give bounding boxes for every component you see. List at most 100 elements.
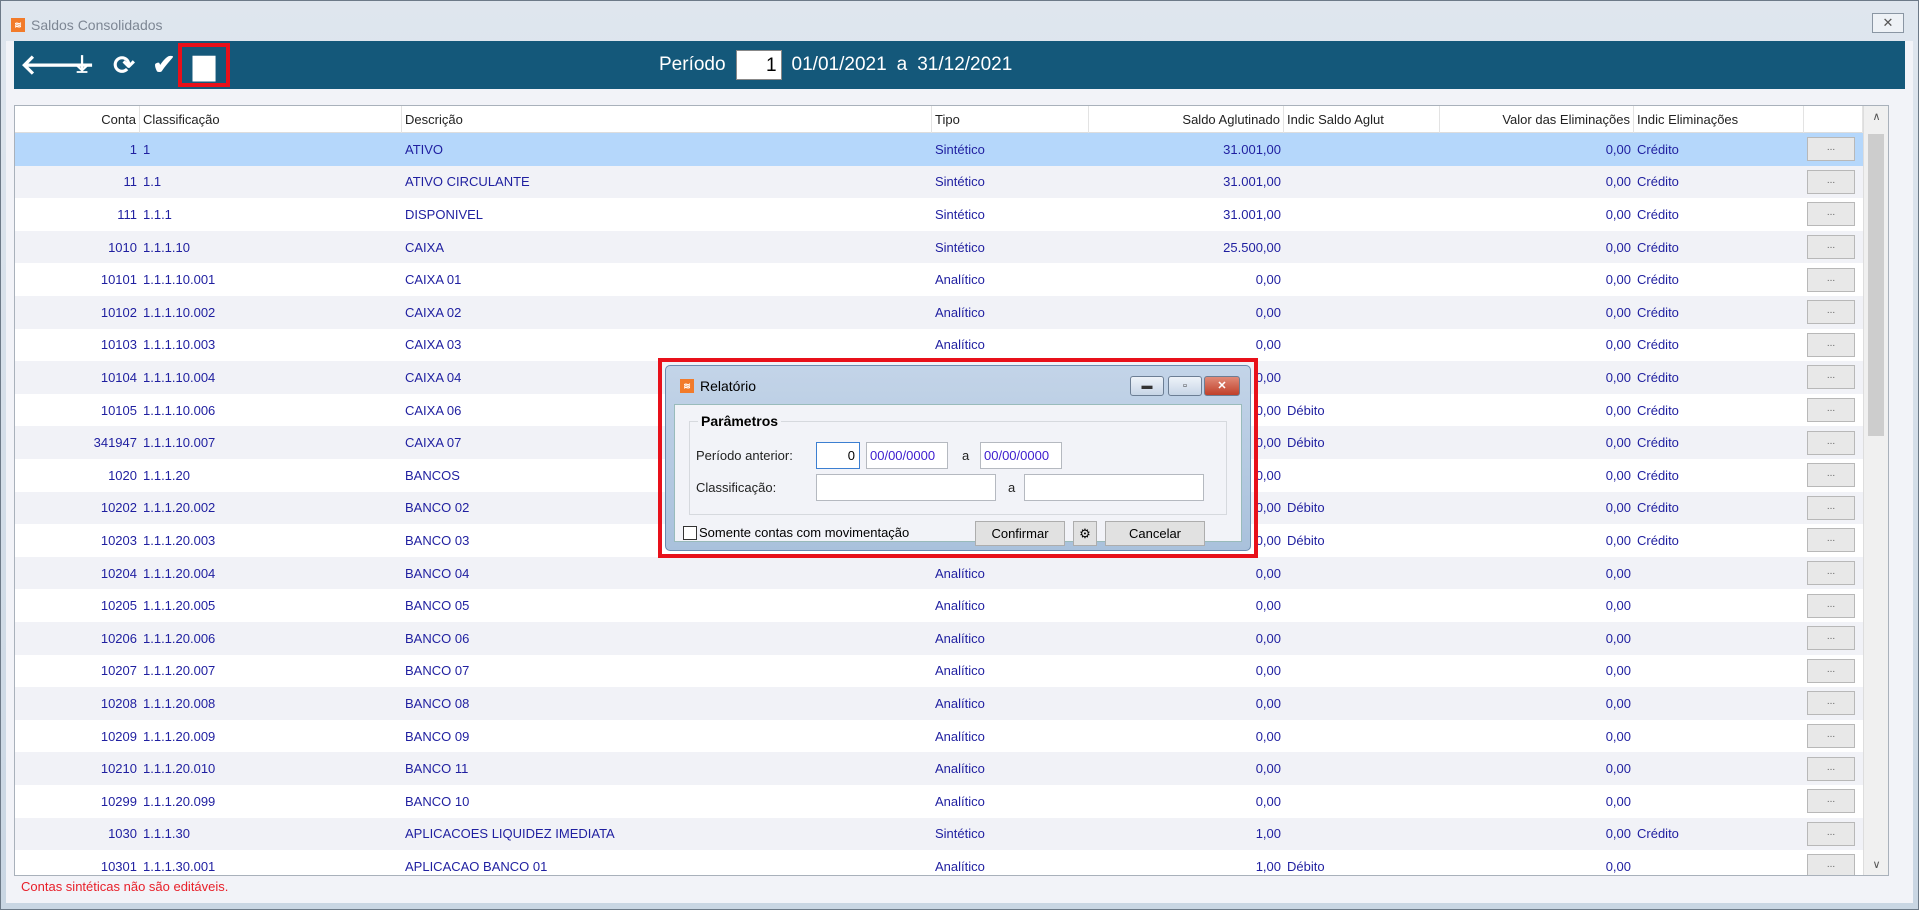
date-from-input[interactable]: 00/00/0000 xyxy=(866,442,948,469)
confirm-button[interactable]: Confirmar xyxy=(975,521,1065,546)
table-row[interactable]: 10210 1.1.1.20.010 BANCO 11 Analítico 0,00 0,… xyxy=(15,752,1863,785)
header-saldo-aglutinado[interactable]: Saldo Aglutinado xyxy=(1089,106,1284,133)
cell-tipo: Sintético xyxy=(935,174,985,190)
header-indic-saldo[interactable]: Indic Saldo Aglut xyxy=(1284,106,1440,133)
table-row[interactable]: 10299 1.1.1.20.099 BANCO 10 Analítico 0,00 0,… xyxy=(15,785,1863,818)
back-arrow-icon[interactable]: 🡐 xyxy=(20,45,95,85)
row-details-button[interactable]: ... xyxy=(1807,137,1855,162)
table-row[interactable]: 10103 1.1.1.10.003 CAIXA 03 Analítico 0,00 0,… xyxy=(15,329,1863,362)
header-actions xyxy=(1804,106,1863,133)
cell-descricao: ATIVO CIRCULANTE xyxy=(405,174,530,190)
row-details-button[interactable]: ... xyxy=(1807,398,1855,423)
row-details-button[interactable]: ... xyxy=(1807,789,1855,814)
row-details-button[interactable]: ... xyxy=(1807,756,1855,781)
cell-descricao: BANCO 09 xyxy=(405,728,470,744)
settings-gear-icon[interactable]: ⚙ xyxy=(1073,521,1097,546)
cell-tipo: Analítico xyxy=(935,858,985,874)
header-descricao[interactable]: Descrição xyxy=(402,106,932,133)
scroll-up-icon[interactable]: ∧ xyxy=(1864,110,1888,123)
maximize-button[interactable]: ▫ xyxy=(1168,376,1202,396)
row-details-button[interactable]: ... xyxy=(1807,463,1855,488)
table-row[interactable]: 10209 1.1.1.20.009 BANCO 09 Analítico 0,00 0,… xyxy=(15,720,1863,753)
cell-descricao: BANCO 11 xyxy=(405,761,469,777)
cell-descricao: ATIVO xyxy=(405,141,444,157)
scroll-down-icon[interactable]: ∨ xyxy=(1864,858,1888,871)
dialog-title: Relatório xyxy=(700,378,757,394)
table-row[interactable]: 1030 1.1.1.30 APLICACOES LIQUIDEZ IMEDIATA… xyxy=(15,817,1863,851)
row-details-button[interactable]: ... xyxy=(1807,267,1855,292)
report-dialog-highlight: ≋ Relatório ▬ ▫ ✕ Parâmetros Período ante… xyxy=(658,358,1258,558)
cell-conta: 1010 xyxy=(108,239,137,255)
scroll-thumb[interactable] xyxy=(1868,134,1884,436)
table-row[interactable]: 10207 1.1.1.20.007 BANCO 07 Analítico 0,00 0,… xyxy=(15,655,1863,688)
table-row[interactable]: 1010 1.1.1.10 CAIXA Sintético 25.500,00 0,00 C… xyxy=(15,230,1863,264)
table-row[interactable]: 10102 1.1.1.10.002 CAIXA 02 Analítico 0,00 0,… xyxy=(15,296,1863,329)
row-details-button[interactable]: ... xyxy=(1807,854,1855,875)
row-details-button[interactable]: ... xyxy=(1807,300,1855,325)
minimize-button[interactable]: ▬ xyxy=(1130,376,1164,396)
header-classificacao[interactable]: Classificação xyxy=(140,106,402,133)
cell-classificacao: 1 xyxy=(143,141,151,157)
row-details-button[interactable]: ... xyxy=(1807,169,1855,194)
periodo-input[interactable]: 0 xyxy=(816,442,860,469)
row-details-button[interactable]: ... xyxy=(1807,691,1855,716)
cell-tipo: Analítico xyxy=(935,304,985,320)
cell-indic-eliminacoes: Crédito xyxy=(1637,337,1679,353)
cell-actions: ... xyxy=(1804,626,1863,651)
cell-valor-eliminacoes: 0,00 xyxy=(1605,793,1631,809)
cell-actions: ... xyxy=(1804,593,1863,618)
movement-checkbox[interactable]: Somente contas com movimentação xyxy=(683,525,909,540)
cell-indic-eliminacoes: Crédito xyxy=(1637,826,1679,842)
row-details-button[interactable]: ... xyxy=(1807,561,1855,586)
period-input[interactable]: 1 xyxy=(735,50,782,80)
refresh-icon[interactable]: ⟳ xyxy=(104,45,144,85)
row-details-button[interactable]: ... xyxy=(1807,235,1855,260)
parameters-group: Parâmetros Período anterior: 0 00/00/000… xyxy=(689,413,1227,515)
cell-classificacao: 1.1.1.20.010 xyxy=(143,761,216,777)
table-row[interactable]: 10206 1.1.1.20.006 BANCO 06 Analítico 0,00 0,… xyxy=(15,622,1863,655)
header-indic-eliminacoes[interactable]: Indic Eliminações xyxy=(1634,106,1804,133)
row-details-button[interactable]: ... xyxy=(1807,821,1855,846)
table-row[interactable]: 1 1 ATIVO Sintético 31.001,00 0,00 Crédito... xyxy=(15,133,1863,166)
close-button[interactable]: ✕ xyxy=(1204,376,1240,396)
row-details-button[interactable]: ... xyxy=(1807,528,1855,553)
class-from-input[interactable] xyxy=(816,474,996,501)
checkbox-box[interactable] xyxy=(683,525,697,540)
row-details-button[interactable]: ... xyxy=(1807,724,1855,749)
header-tipo[interactable]: Tipo xyxy=(932,106,1089,133)
cell-descricao: BANCO 04 xyxy=(405,565,470,581)
print-icon[interactable]: ▆ xyxy=(178,43,230,87)
cell-saldo-aglutinado: 0,00 xyxy=(1255,272,1281,288)
table-row[interactable]: 11 1.1 ATIVO CIRCULANTE Sintético 31.001,00 0… xyxy=(15,165,1863,199)
table-row[interactable]: 111 1.1.1 DISPONIVEL Sintético 31.001,00 0,00… xyxy=(15,198,1863,231)
check-icon[interactable]: ✔ xyxy=(144,45,184,85)
row-details-button[interactable]: ... xyxy=(1807,658,1855,683)
table-row[interactable]: 10208 1.1.1.20.008 BANCO 08 Analítico 0,00 0,… xyxy=(15,687,1863,720)
cell-valor-eliminacoes: 0,00 xyxy=(1605,435,1631,451)
header-valor-eliminacoes[interactable]: Valor das Eliminações xyxy=(1440,106,1634,133)
cell-actions: ... xyxy=(1804,854,1863,875)
header-conta[interactable]: Conta xyxy=(15,106,140,133)
cell-valor-eliminacoes: 0,00 xyxy=(1605,141,1631,157)
checkbox-label: Somente contas com movimentação xyxy=(699,525,910,540)
download-icon[interactable]: ⤓ xyxy=(62,45,102,85)
row-details-button[interactable]: ... xyxy=(1807,430,1855,455)
class-to-input[interactable] xyxy=(1024,474,1204,501)
cell-saldo-aglutinado: 0,00 xyxy=(1255,695,1281,711)
row-details-button[interactable]: ... xyxy=(1807,332,1855,357)
row-details-button[interactable]: ... xyxy=(1807,202,1855,227)
table-row[interactable]: 10205 1.1.1.20.005 BANCO 05 Analítico 0,00 0,… xyxy=(15,589,1863,622)
table-row[interactable]: 10301 1.1.1.30.001 APLICACAO BANCO 01 Analí… xyxy=(15,850,1863,875)
cell-valor-eliminacoes: 0,00 xyxy=(1605,500,1631,516)
window-close-button[interactable]: ✕ xyxy=(1872,13,1904,33)
cancel-button[interactable]: Cancelar xyxy=(1105,521,1205,546)
row-details-button[interactable]: ... xyxy=(1807,365,1855,390)
cell-descricao: CAIXA 01 xyxy=(405,272,462,288)
table-row[interactable]: 10204 1.1.1.20.004 BANCO 04 Analítico 0,00 0,… xyxy=(15,556,1863,590)
date-to-input[interactable]: 00/00/0000 xyxy=(980,442,1062,469)
row-details-button[interactable]: ... xyxy=(1807,593,1855,618)
row-details-button[interactable]: ... xyxy=(1807,495,1855,520)
vertical-scrollbar[interactable]: ∧ ∨ xyxy=(1863,106,1888,875)
table-row[interactable]: 10101 1.1.1.10.001 CAIXA 01 Analítico 0,00 0,… xyxy=(15,263,1863,296)
row-details-button[interactable]: ... xyxy=(1807,626,1855,651)
